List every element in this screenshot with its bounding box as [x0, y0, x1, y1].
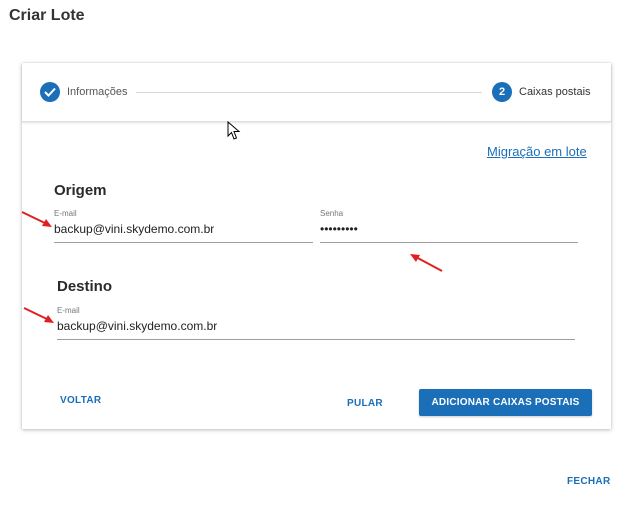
close-button[interactable]: FECHAR — [567, 476, 610, 487]
origin-email-label: E-mail — [54, 209, 77, 218]
add-mailboxes-button[interactable]: ADICIONAR CAIXAS POSTAIS — [419, 389, 592, 416]
step-2-number[interactable]: 2 — [492, 82, 512, 102]
batch-migration-link[interactable]: Migração em lote — [487, 144, 587, 159]
stepper: Informações 2 Caixas postais — [22, 63, 611, 122]
destination-email-value[interactable]: backup@vini.skydemo.com.br — [57, 319, 217, 333]
step-2-label[interactable]: Caixas postais — [519, 86, 591, 98]
check-icon — [44, 87, 56, 97]
destination-email-label: E-mail — [57, 306, 80, 315]
origin-password-field[interactable]: Senha ••••••••• — [320, 209, 578, 243]
annotation-arrow-icon — [21, 211, 52, 227]
annotation-arrow-icon — [23, 307, 54, 323]
skip-button[interactable]: PULAR — [347, 398, 383, 409]
origin-password-label: Senha — [320, 209, 344, 218]
dialog-title: Criar Lote — [9, 7, 85, 24]
step-1-completed-indicator[interactable] — [40, 82, 60, 102]
annotation-arrow-icon — [410, 254, 443, 272]
step-connector — [136, 92, 482, 93]
origin-email-value[interactable]: backup@vini.skydemo.com.br — [54, 222, 214, 236]
origin-password-value[interactable]: ••••••••• — [320, 222, 358, 236]
origin-email-field[interactable]: E-mail backup@vini.skydemo.com.br — [54, 209, 313, 243]
back-button[interactable]: VOLTAR — [60, 395, 101, 406]
destination-email-field[interactable]: E-mail backup@vini.skydemo.com.br — [57, 306, 575, 340]
step-1-label[interactable]: Informações — [67, 86, 128, 98]
destination-heading: Destino — [57, 278, 113, 295]
create-batch-card: Informações 2 Caixas postais Migração em… — [22, 63, 611, 429]
mouse-cursor-icon — [227, 121, 241, 140]
origin-heading: Origem — [54, 182, 107, 199]
